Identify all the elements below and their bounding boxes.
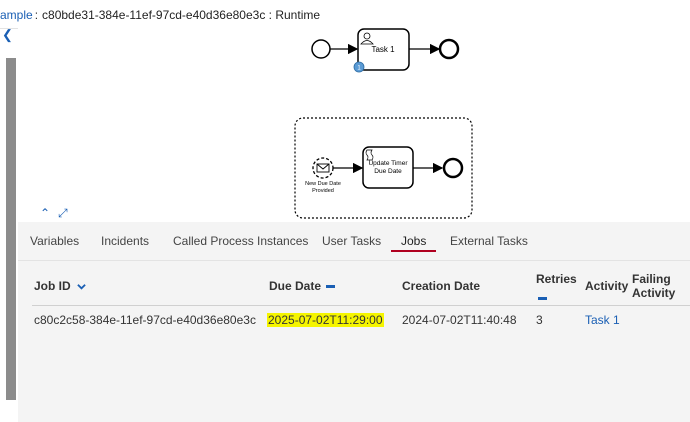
tab-external-tasks[interactable]: External Tasks — [450, 234, 528, 248]
column-header-retries[interactable]: Retries — [536, 272, 577, 305]
breadcrumb-separator: : — [34, 8, 39, 22]
message-start-event[interactable] — [312, 157, 334, 179]
job-id-cell: c80c2c58-384e-11ef-97cd-e40d36e80e3c — [34, 313, 256, 327]
breadcrumb-view-name: : Runtime — [268, 8, 321, 22]
header-bar: ample: c80bde31-384e-11ef-97cd-e40d36e80e… — [0, 0, 690, 29]
column-header-creation-date[interactable]: Creation Date — [402, 279, 480, 293]
tab-jobs[interactable]: Jobs — [401, 234, 426, 248]
breadcrumb-process-link[interactable]: ample — [0, 8, 33, 22]
update-timer-label-line2: Due Date — [374, 168, 402, 175]
due-date-value: 2025-07-02T11:29:00 — [267, 313, 384, 327]
column-header-activity[interactable]: Activity — [585, 279, 628, 293]
tab-bar: Variables Incidents Called Process Insta… — [18, 222, 690, 261]
bpmn-diagram-canvas[interactable]: Task 1 1 New Due Date Provided Update Ti… — [18, 28, 690, 220]
chevron-up-icon[interactable]: ⌃ — [40, 206, 50, 220]
column-header-job-id[interactable]: Job ID — [34, 279, 86, 293]
creation-date-cell: 2024-07-02T11:40:48 — [402, 313, 517, 327]
tab-user-tasks[interactable]: User Tasks — [322, 234, 381, 248]
sidebar-scrollbar[interactable] — [6, 58, 16, 400]
update-timer-label-line1: Update Timer — [368, 160, 408, 167]
breadcrumb: ample: c80bde31-384e-11ef-97cd-e40d36e80e… — [0, 8, 320, 22]
message-event-label-line1: New Due Date — [305, 181, 341, 187]
header-divider — [32, 305, 690, 306]
activity-link[interactable]: Task 1 — [585, 313, 620, 327]
message-event-label-line2: Provided — [312, 188, 334, 194]
due-date-cell: 2025-07-02T11:29:00 — [267, 313, 384, 327]
collapse-sidebar-icon[interactable]: ❮ — [2, 27, 13, 43]
bpmn-diagram: Task 1 1 New Due Date Provided Update Ti… — [294, 28, 473, 219]
job-id-header-label: Job ID — [34, 279, 71, 293]
due-date-header-label: Due Date — [269, 279, 322, 293]
expand-icon[interactable]: ⤢ — [58, 206, 68, 221]
failing-activity-header-label: Failing Activity — [632, 272, 676, 300]
task-1-label: Task 1 — [371, 45, 395, 54]
sort-neutral-icon[interactable] — [538, 297, 547, 301]
start-event[interactable] — [311, 39, 331, 59]
column-header-failing-activity[interactable]: Failing Activity — [632, 272, 684, 300]
retries-header-label: Retries — [536, 272, 577, 286]
column-header-due-date[interactable]: Due Date — [269, 279, 336, 293]
tab-called-process-instances[interactable]: Called Process Instances — [173, 234, 308, 248]
end-event[interactable] — [438, 38, 460, 60]
tab-incidents[interactable]: Incidents — [101, 234, 149, 248]
activity-header-label: Activity — [585, 279, 629, 293]
sort-neutral-icon[interactable] — [326, 285, 336, 289]
sort-descending-icon[interactable] — [77, 282, 86, 291]
creation-date-header-label: Creation Date — [402, 279, 481, 293]
tab-variables[interactable]: Variables — [30, 234, 79, 248]
active-tab-indicator — [391, 250, 436, 252]
end-event[interactable] — [442, 157, 464, 179]
breadcrumb-instance-id: c80bde31-384e-11ef-97cd-e40d36e80e3c — [42, 8, 266, 22]
retries-cell: 3 — [536, 313, 543, 327]
jobs-table: Job ID Due Date Creation Date Retries Ac… — [18, 261, 690, 422]
